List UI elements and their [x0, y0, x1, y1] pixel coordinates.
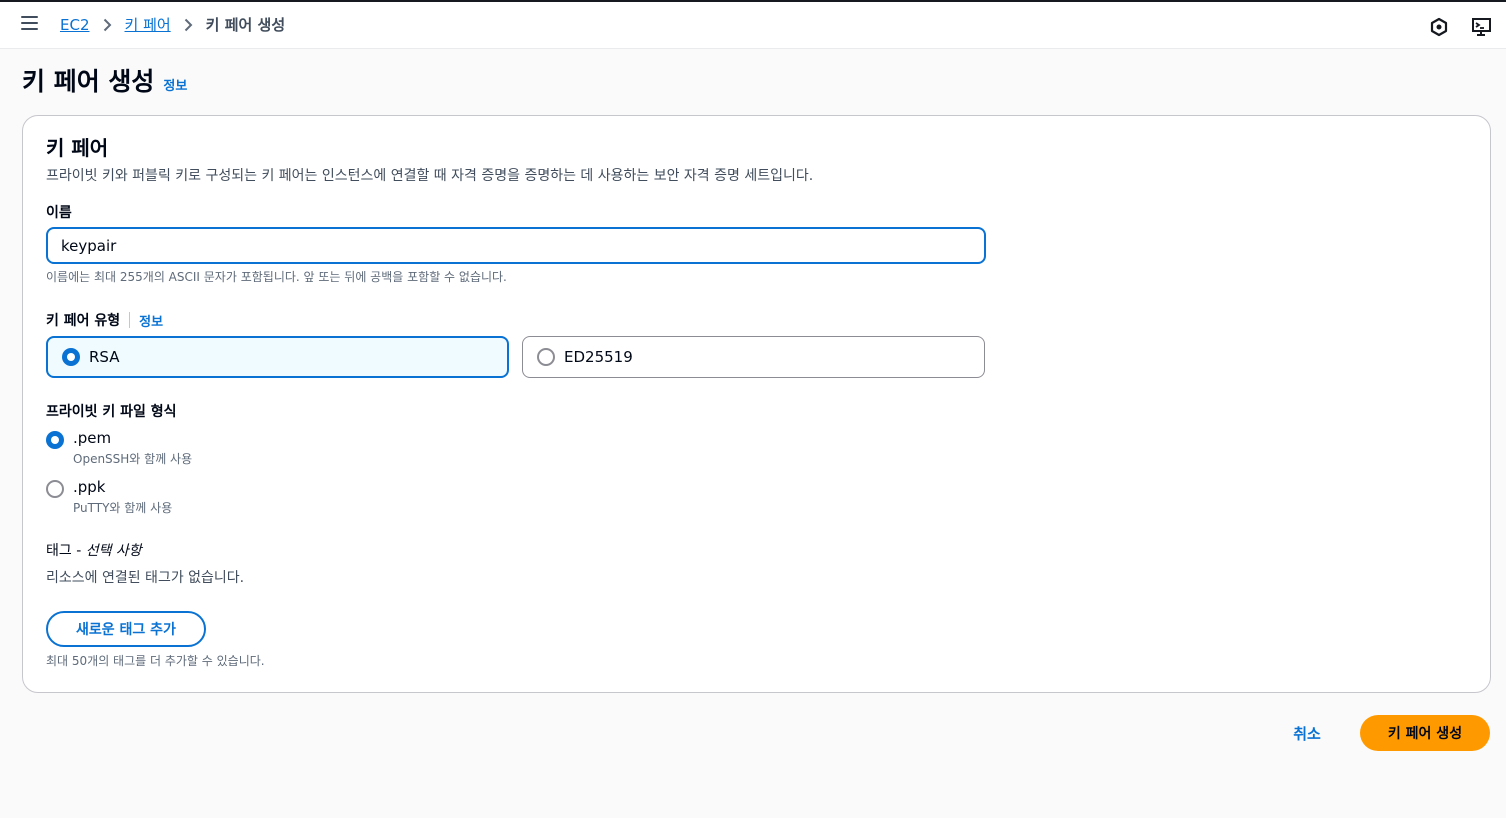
chevron-right-icon — [184, 18, 193, 32]
cloudshell-terminal-icon[interactable] — [1471, 17, 1493, 41]
format-option-text: .pem OpenSSH와 함께 사용 — [73, 429, 192, 467]
tags-limit-hint: 최대 50개의 태그를 더 추가할 수 있습니다. — [46, 654, 265, 668]
divider — [129, 312, 131, 328]
tags-optional-label: 선택 사항 — [85, 543, 142, 559]
keypair-container: 키 페어 프라이빗 키와 퍼블릭 키로 구성되는 키 페어는 인스턴스에 연결할… — [22, 115, 1491, 693]
format-option-text: .ppk PuTTY와 함께 사용 — [73, 478, 172, 516]
section-title: 키 페어 — [46, 136, 109, 160]
tags-label: 태그 - — [46, 543, 82, 559]
section-description: 프라이빗 키와 퍼블릭 키로 구성되는 키 페어는 인스턴스에 연결할 때 자격… — [46, 168, 814, 184]
private-key-format-label: 프라이빗 키 파일 형식 — [46, 404, 177, 420]
name-hint: 이름에는 최대 255개의 ASCII 문자가 포함됩니다. 앞 또는 뒤에 공… — [46, 270, 507, 284]
cancel-button[interactable]: 취소 — [1272, 720, 1342, 746]
format-option-label: .pem — [73, 429, 112, 447]
chevron-right-icon — [103, 18, 112, 32]
type-option-label: ED25519 — [564, 348, 633, 366]
keypair-type-label: 키 페어 유형 — [46, 313, 121, 329]
type-option-rsa[interactable]: RSA — [46, 336, 509, 378]
breadcrumb-current: 키 페어 생성 — [205, 16, 286, 34]
keypair-type-info-link[interactable]: 정보 — [139, 311, 163, 330]
tags-title: 태그 - 선택 사항 — [46, 540, 142, 560]
add-tag-button[interactable]: 새로운 태그 추가 — [46, 611, 206, 647]
keypair-name-input[interactable] — [46, 227, 986, 264]
format-option-ppk[interactable]: .ppk PuTTY와 함께 사용 — [46, 478, 172, 516]
page-title: 키 페어 생성 — [22, 67, 155, 96]
format-option-description: OpenSSH와 함께 사용 — [73, 452, 193, 466]
page-info-link[interactable]: 정보 — [163, 75, 187, 94]
name-label: 이름 — [46, 205, 72, 221]
type-option-ed25519[interactable]: ED25519 — [522, 336, 985, 378]
radio-unselected-icon — [46, 480, 64, 498]
type-option-label: RSA — [89, 348, 120, 366]
format-option-description: PuTTY와 함께 사용 — [73, 501, 173, 515]
radio-unselected-icon — [537, 348, 555, 366]
format-option-label: .ppk — [73, 478, 106, 496]
tags-empty-message: 리소스에 연결된 태그가 없습니다. — [46, 570, 245, 586]
radio-selected-icon — [46, 431, 64, 449]
breadcrumb-ec2-link[interactable]: EC2 — [60, 16, 90, 34]
breadcrumb-keypairs-link[interactable]: 키 페어 — [125, 14, 171, 35]
radio-selected-icon — [62, 348, 80, 366]
create-keypair-button[interactable]: 키 페어 생성 — [1360, 715, 1490, 751]
breadcrumb: EC2 키 페어 키 페어 생성 — [60, 14, 285, 35]
page-header: 키 페어 생성 정보 — [22, 62, 187, 98]
hexagon-settings-icon[interactable] — [1429, 17, 1449, 41]
format-option-pem[interactable]: .pem OpenSSH와 함께 사용 — [46, 429, 192, 467]
top-navigation-bar: EC2 키 페어 키 페어 생성 — [0, 0, 1506, 49]
hamburger-menu-icon[interactable] — [21, 16, 39, 32]
keypair-type-header: 키 페어 유형 정보 — [46, 310, 163, 330]
